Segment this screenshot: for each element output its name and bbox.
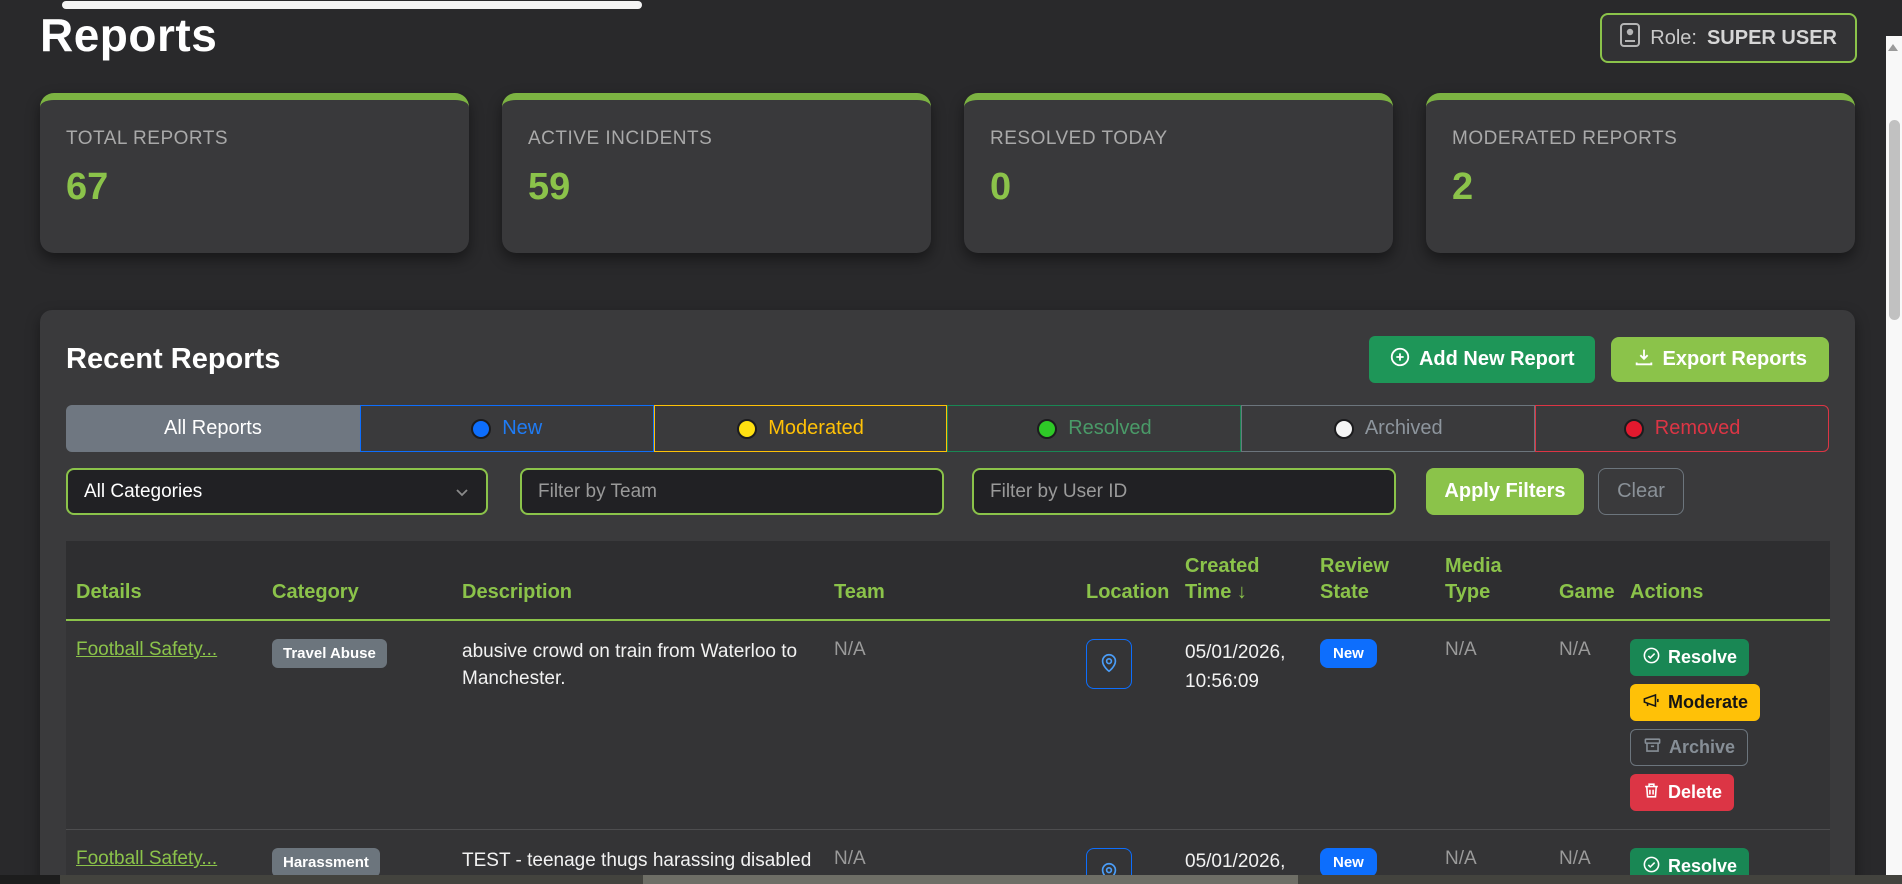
stat-card-total-reports: TOTAL REPORTS 67 — [40, 93, 469, 253]
location-pin-button[interactable] — [1086, 639, 1132, 689]
removed-status-dot-icon — [1623, 418, 1644, 439]
recent-reports-panel: Recent Reports Add New Report Export Rep… — [40, 310, 1855, 884]
review-state-badge: New — [1320, 639, 1377, 668]
role-badge: Role: SUPER USER — [1600, 13, 1857, 63]
add-new-report-button[interactable]: Add New Report — [1368, 336, 1595, 383]
reports-table: Details Category Description Team Locati… — [66, 541, 1830, 884]
megaphone-icon — [1642, 691, 1661, 715]
team-value: N/A — [834, 848, 866, 869]
col-header-review-state: Review State — [1310, 541, 1435, 621]
stat-value: 2 — [1452, 166, 1474, 208]
media-type-value: N/A — [1445, 848, 1477, 869]
media-type-value: N/A — [1445, 639, 1477, 660]
game-value: N/A — [1559, 639, 1591, 660]
stat-value: 59 — [528, 166, 571, 208]
download-icon — [1633, 346, 1655, 374]
col-header-created-time[interactable]: Created Time ↓ — [1175, 541, 1310, 621]
chevron-down-icon — [454, 484, 470, 500]
col-header-media-type: Media Type — [1435, 541, 1549, 621]
status-tabs: All Reports New Moderated Resolved Archi… — [66, 405, 1829, 452]
report-details-link[interactable]: Football Safety... — [76, 639, 217, 660]
role-value: SUPER USER — [1706, 26, 1837, 49]
stats-row: TOTAL REPORTS 67 ACTIVE INCIDENTS 59 RES… — [40, 93, 1855, 253]
table-header-row: Details Category Description Team Locati… — [66, 541, 1830, 621]
created-time: 05/01/2026, 10:56:09 — [1185, 642, 1286, 692]
archive-box-icon — [1643, 736, 1662, 760]
report-details-link[interactable]: Football Safety... — [76, 848, 217, 869]
tab-resolved[interactable]: Resolved — [947, 405, 1242, 452]
recent-reports-title: Recent Reports — [66, 343, 281, 375]
check-circle-icon — [1642, 646, 1661, 670]
col-header-actions: Actions — [1620, 541, 1830, 621]
horizontal-scrollbar[interactable] — [0, 875, 1902, 884]
team-value: N/A — [834, 639, 866, 660]
tab-new[interactable]: New — [359, 405, 654, 452]
scroll-up-arrow-icon[interactable] — [1888, 44, 1898, 51]
map-pin-icon — [1098, 652, 1120, 677]
user-id-filter-input[interactable] — [972, 468, 1396, 515]
category-badge: Harassment — [272, 848, 380, 877]
game-value: N/A — [1559, 848, 1591, 869]
moderate-button[interactable]: Moderate — [1630, 684, 1761, 721]
new-status-dot-icon — [471, 418, 492, 439]
clear-filters-button[interactable]: Clear — [1598, 468, 1684, 515]
col-header-details: Details — [66, 541, 262, 621]
table-row: Football Safety... Travel Abuse abusive … — [66, 620, 1830, 830]
resolve-button[interactable]: Resolve — [1630, 639, 1750, 676]
stat-value: 0 — [990, 166, 1012, 208]
category-select[interactable]: All Categories — [66, 468, 488, 515]
apply-filters-button[interactable]: Apply Filters — [1426, 468, 1584, 515]
delete-button[interactable]: Delete — [1630, 774, 1735, 811]
col-header-category: Category — [262, 541, 452, 621]
stat-label: TOTAL REPORTS — [66, 128, 229, 149]
tab-removed[interactable]: Removed — [1535, 405, 1829, 452]
report-description: abusive crowd on train from Waterloo to … — [462, 641, 798, 689]
category-badge: Travel Abuse — [272, 639, 387, 668]
trash-icon — [1642, 781, 1661, 805]
stat-card-moderated-reports: MODERATED REPORTS 2 — [1426, 93, 1855, 253]
stat-card-active-incidents: ACTIVE INCIDENTS 59 — [502, 93, 931, 253]
tab-all-reports[interactable]: All Reports — [66, 405, 360, 452]
review-state-badge: New — [1320, 848, 1377, 877]
col-header-location: Location — [1076, 541, 1175, 621]
stat-card-resolved-today: RESOLVED TODAY 0 — [964, 93, 1393, 253]
plus-circle-icon — [1389, 346, 1411, 374]
col-header-game: Game — [1549, 541, 1620, 621]
archive-button[interactable]: Archive — [1630, 729, 1749, 766]
top-header: Reports Role: SUPER USER — [0, 0, 1902, 63]
export-reports-button[interactable]: Export Reports — [1610, 337, 1829, 382]
col-header-team: Team — [824, 541, 1076, 621]
moderated-status-dot-icon — [737, 418, 758, 439]
vertical-scrollbar-thumb[interactable] — [1889, 120, 1900, 320]
role-label: Role: — [1650, 26, 1697, 49]
stat-label: ACTIVE INCIDENTS — [528, 128, 713, 149]
team-filter-input[interactable] — [520, 468, 944, 515]
stat-label: RESOLVED TODAY — [990, 128, 1168, 149]
resolved-status-dot-icon — [1037, 418, 1058, 439]
filters-row: All Categories Apply Filters Clear — [66, 468, 1829, 515]
stat-label: MODERATED REPORTS — [1452, 128, 1678, 149]
tab-moderated[interactable]: Moderated — [653, 405, 948, 452]
tab-archived[interactable]: Archived — [1241, 405, 1536, 452]
page-title: Reports — [40, 9, 218, 61]
horizontal-scrollbar-thumb[interactable] — [62, 0, 642, 9]
stat-value: 67 — [66, 166, 109, 208]
col-header-description: Description — [452, 541, 824, 621]
id-badge-icon — [1620, 23, 1641, 53]
archived-status-dot-icon — [1333, 418, 1354, 439]
